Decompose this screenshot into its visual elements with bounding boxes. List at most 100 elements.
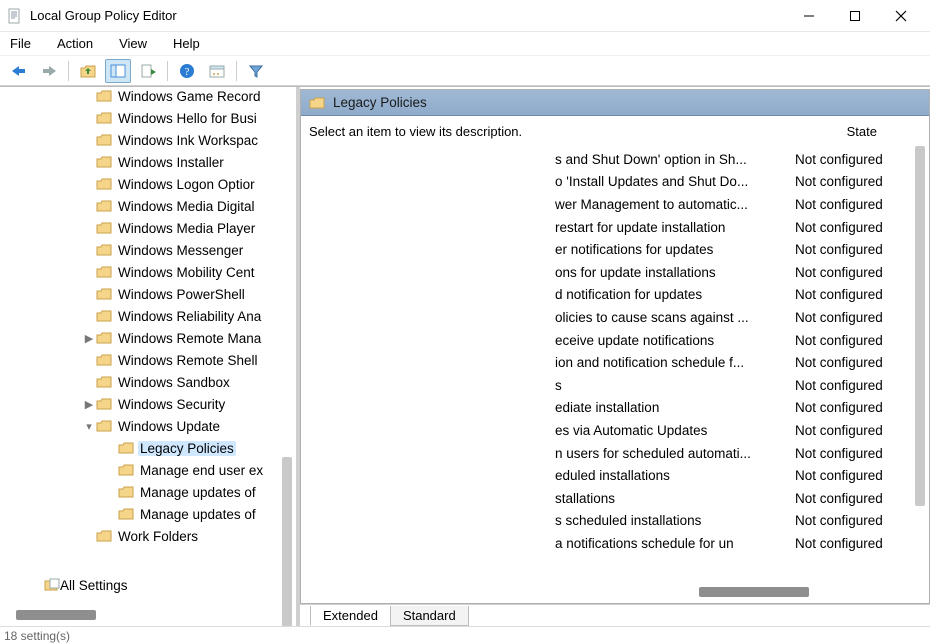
settings-row[interactable]: eduled installationsNot configured — [555, 464, 911, 487]
settings-row[interactable]: olicies to cause scans against ...Not co… — [555, 306, 911, 329]
column-header-state[interactable]: State — [847, 124, 877, 139]
tree-item[interactable]: Manage updates of — [0, 481, 300, 503]
settings-row[interactable]: eceive update notificationsNot configure… — [555, 329, 911, 352]
folder-icon — [96, 221, 112, 235]
menu-view[interactable]: View — [115, 34, 151, 53]
menu-file[interactable]: File — [6, 34, 35, 53]
tree-item[interactable]: Work Folders — [0, 525, 300, 547]
tree-item[interactable]: ▶Windows Security — [0, 393, 300, 415]
tree-item[interactable]: Windows Remote Shell — [0, 349, 300, 371]
tree-item-label: Windows Reliability Ana — [116, 309, 263, 324]
settings-row[interactable]: stallationsNot configured — [555, 487, 911, 510]
export-list-button[interactable] — [135, 59, 161, 83]
settings-horizontal-scrollbar[interactable] — [699, 587, 809, 597]
tree-horizontal-scrollbar[interactable] — [16, 610, 96, 620]
setting-name: eduled installations — [555, 468, 795, 483]
setting-name: d notification for updates — [555, 287, 795, 302]
help-button[interactable]: ? — [174, 59, 200, 83]
close-button[interactable] — [878, 2, 924, 30]
folder-icon — [96, 419, 112, 433]
tree-item[interactable]: Windows Media Digital — [0, 195, 300, 217]
tab-extended[interactable]: Extended — [310, 606, 391, 626]
folder-icon — [96, 529, 112, 543]
settings-row[interactable]: ediate installationNot configured — [555, 397, 911, 420]
setting-state: Not configured — [795, 152, 911, 167]
settings-row[interactable]: ons for update installationsNot configur… — [555, 261, 911, 284]
console-tree-pane: Windows Game Record Windows Hello for Bus… — [0, 87, 300, 626]
tree-item-label: Windows PowerShell — [116, 287, 247, 302]
tree-item[interactable]: Windows Sandbox — [0, 371, 300, 393]
setting-state: Not configured — [795, 287, 911, 302]
setting-state: Not configured — [795, 333, 911, 348]
tree-item[interactable]: Windows Hello for Busi — [0, 107, 300, 129]
settings-vertical-scrollbar[interactable] — [915, 146, 925, 506]
tree-item[interactable]: Windows Mobility Cent — [0, 261, 300, 283]
expand-icon[interactable]: ▶ — [82, 398, 96, 411]
minimize-button[interactable] — [786, 2, 832, 30]
settings-row[interactable]: s and Shut Down' option in Sh...Not conf… — [555, 148, 911, 171]
settings-row[interactable]: ion and notification schedule f...Not co… — [555, 351, 911, 374]
settings-row[interactable]: s scheduled installationsNot configured — [555, 510, 911, 533]
settings-row[interactable]: restart for update installationNot confi… — [555, 216, 911, 239]
folder-icon — [96, 199, 112, 213]
tree-item[interactable]: Windows Logon Optior — [0, 173, 300, 195]
settings-list[interactable]: s and Shut Down' option in Sh...Not conf… — [555, 148, 911, 555]
tree-item[interactable]: Legacy Policies — [0, 437, 300, 459]
description-column: Select an item to view its description. — [301, 116, 555, 603]
settings-row[interactable]: wer Management to automatic...Not config… — [555, 193, 911, 216]
setting-name: stallations — [555, 491, 795, 506]
menu-action[interactable]: Action — [53, 34, 97, 53]
tree-item[interactable]: Windows Game Record — [0, 87, 300, 107]
tree-item[interactable]: Windows Media Player — [0, 217, 300, 239]
properties-button[interactable] — [204, 59, 230, 83]
tree-item[interactable]: Windows Ink Workspac — [0, 129, 300, 151]
show-hide-console-tree-button[interactable] — [105, 59, 131, 83]
settings-row[interactable]: o 'Install Updates and Shut Do...Not con… — [555, 171, 911, 194]
toolbar-separator — [68, 61, 69, 81]
settings-row[interactable]: d notification for updatesNot configured — [555, 284, 911, 307]
settings-row[interactable]: es via Automatic UpdatesNot configured — [555, 419, 911, 442]
settings-row[interactable]: er notifications for updatesNot configur… — [555, 238, 911, 261]
tree-item[interactable]: Windows PowerShell — [0, 283, 300, 305]
folder-icon — [96, 243, 112, 257]
tree-item-all-settings[interactable]: All Settings — [0, 574, 128, 596]
setting-name: a notifications schedule for un — [555, 536, 795, 551]
console-tree[interactable]: Windows Game Record Windows Hello for Bus… — [0, 87, 300, 547]
expand-icon[interactable]: ▶ — [82, 332, 96, 345]
settings-row[interactable]: sNot configured — [555, 374, 911, 397]
view-tabs: Extended Standard — [300, 604, 930, 626]
setting-name: o 'Install Updates and Shut Do... — [555, 174, 795, 189]
setting-state: Not configured — [795, 400, 911, 415]
tree-item[interactable]: Manage end user ex — [0, 459, 300, 481]
collapse-icon[interactable]: ▾ — [82, 420, 96, 433]
setting-state: Not configured — [795, 310, 911, 325]
up-one-level-button[interactable] — [75, 59, 101, 83]
maximize-button[interactable] — [832, 2, 878, 30]
tree-item[interactable]: ▾Windows Update — [0, 415, 300, 437]
tree-item[interactable]: Windows Messenger — [0, 239, 300, 261]
tree-item-label: Windows Game Record — [116, 89, 263, 104]
tree-item-label: Windows Hello for Busi — [116, 111, 259, 126]
folder-icon — [96, 331, 112, 345]
window-title: Local Group Policy Editor — [30, 8, 786, 23]
setting-state: Not configured — [795, 355, 911, 370]
toolbar: ? — [0, 56, 930, 86]
main-body: Windows Game Record Windows Hello for Bus… — [0, 86, 930, 626]
tree-item[interactable]: ▶Windows Remote Mana — [0, 327, 300, 349]
setting-state: Not configured — [795, 197, 911, 212]
tree-item[interactable]: Manage updates of — [0, 503, 300, 525]
settings-row[interactable]: a notifications schedule for unNot confi… — [555, 532, 911, 555]
folder-icon — [96, 375, 112, 389]
tree-item[interactable]: Windows Installer — [0, 151, 300, 173]
back-button[interactable] — [6, 59, 32, 83]
tab-standard[interactable]: Standard — [390, 606, 469, 626]
menu-help[interactable]: Help — [169, 34, 204, 53]
tree-item[interactable]: Windows Reliability Ana — [0, 305, 300, 327]
setting-state: Not configured — [795, 536, 911, 551]
filter-button[interactable] — [243, 59, 269, 83]
folder-icon — [96, 287, 112, 301]
forward-button[interactable] — [36, 59, 62, 83]
tree-vertical-scrollbar[interactable] — [282, 457, 292, 626]
folder-icon — [96, 111, 112, 125]
settings-row[interactable]: n users for scheduled automati...Not con… — [555, 442, 911, 465]
